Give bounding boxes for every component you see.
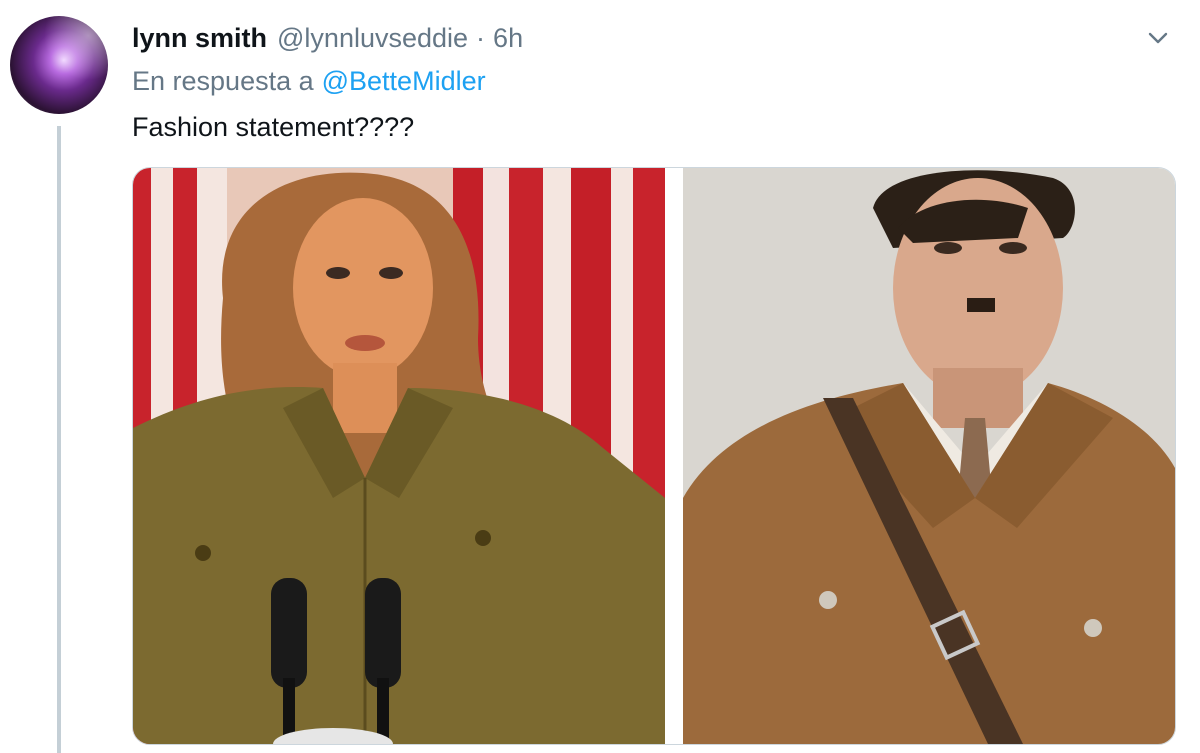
media-grid [132,167,1176,745]
avatar[interactable] [10,16,108,114]
woman-at-podium-photo[interactable] [133,168,665,744]
tweet-text: Fashion statement???? [132,112,415,142]
thread-line [57,126,61,753]
display-name[interactable]: lynn smith [132,23,267,54]
tweet-header: lynn smith @lynnluvseddie · 6h [132,20,523,56]
reply-prefix: En respuesta a [132,66,314,96]
timestamp[interactable]: 6h [493,23,523,54]
media-divider [665,168,683,744]
separator: · [476,22,486,53]
user-handle[interactable]: @lynnluvseddie [277,23,468,54]
chevron-down-icon[interactable] [1144,24,1172,52]
tweet[interactable]: lynn smith @lynnluvseddie · 6h En respue… [0,0,1200,753]
reply-to-link[interactable]: @BetteMidler [322,66,486,96]
avatar-column [0,0,120,753]
reply-context: En respuesta a @BetteMidler [132,66,486,97]
man-in-uniform-painting[interactable] [683,168,1175,744]
